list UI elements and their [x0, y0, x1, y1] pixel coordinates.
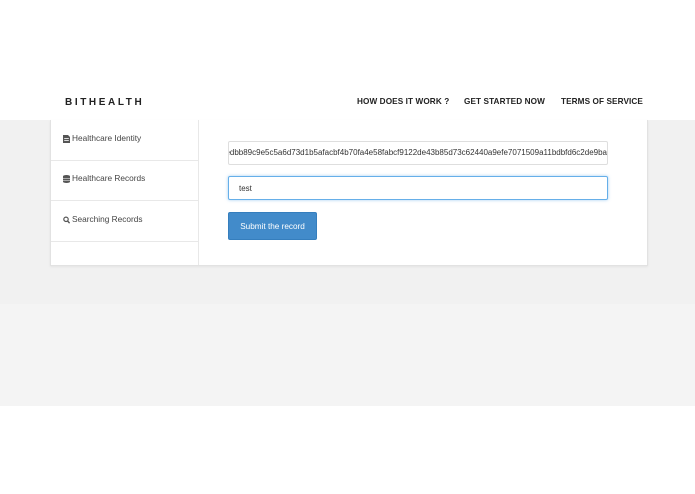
sidebar-item-healthcare-identity[interactable]: Healthcare Identity — [51, 120, 198, 161]
nav-link-get-started[interactable]: GET STARTED NOW — [464, 97, 545, 106]
record-form: 2170edbb89c9e5c5a6d73d1b5afacbf4b70fa4e5… — [199, 120, 647, 265]
brand-logo[interactable]: BITHEALTH — [65, 97, 144, 108]
hash-input-value: 2170edbb89c9e5c5a6d73d1b5afacbf4b70fa4e5… — [228, 148, 607, 157]
sidebar-item-searching-records[interactable]: Searching Records — [51, 201, 198, 242]
main-card: Healthcare Identity Healthcare Records S… — [50, 120, 648, 266]
record-input[interactable] — [228, 176, 608, 200]
submit-record-button[interactable]: Submit the record — [228, 212, 317, 240]
document-icon — [63, 135, 70, 143]
database-icon — [63, 175, 70, 183]
sidebar: Healthcare Identity Healthcare Records S… — [51, 120, 199, 265]
page-background-band-lower — [0, 304, 695, 406]
nav-link-how-it-works[interactable]: HOW DOES IT WORK ? — [357, 97, 449, 106]
sidebar-item-label: Searching Records — [72, 214, 143, 224]
sidebar-item-healthcare-records[interactable]: Healthcare Records — [51, 160, 198, 201]
search-icon — [63, 216, 70, 224]
top-navbar: BITHEALTH HOW DOES IT WORK ? GET STARTED… — [0, 90, 695, 120]
sidebar-item-label: Healthcare Identity — [72, 133, 142, 143]
hash-input[interactable]: 2170edbb89c9e5c5a6d73d1b5afacbf4b70fa4e5… — [228, 141, 608, 165]
sidebar-item-label: Healthcare Records — [72, 173, 146, 183]
nav-link-terms[interactable]: TERMS OF SERVICE — [561, 97, 643, 106]
